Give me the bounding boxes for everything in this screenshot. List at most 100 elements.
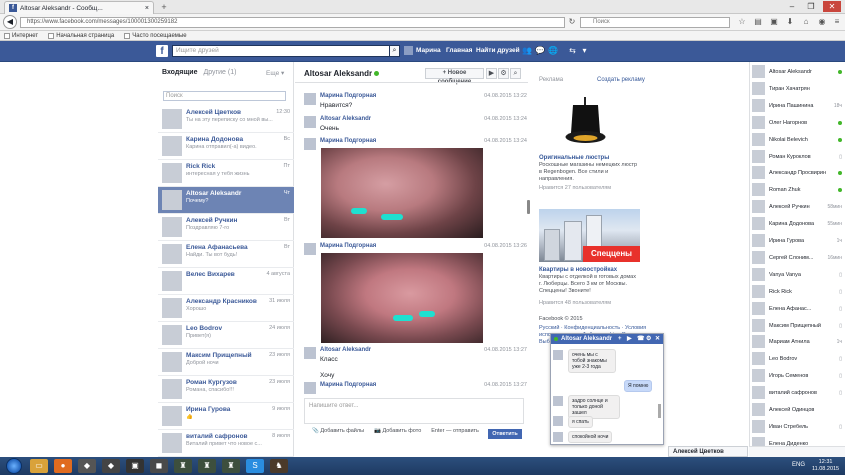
nav-profile[interactable]: Марина xyxy=(416,47,441,54)
phone-icon[interactable]: ☎ xyxy=(637,334,644,344)
sidebar-friend[interactable]: Елена Афанас... ▯ xyxy=(752,301,842,316)
tab-inbox[interactable]: Входящие xyxy=(162,69,198,76)
conversation-item[interactable]: Максим Прищепный 23 июля Доброй ночи xyxy=(158,349,294,376)
close-tab-icon[interactable]: × xyxy=(145,5,149,12)
create-ad-link[interactable]: Создать рекламу xyxy=(597,77,645,83)
sidebar-friend[interactable]: Nikolai Belevich xyxy=(752,132,842,147)
clock[interactable]: 12:31 11.08.2015 xyxy=(812,459,839,473)
sidebar-search[interactable] xyxy=(749,446,845,457)
conversation-item[interactable]: Leo Bodrov 24 июля Привет(я) xyxy=(158,322,294,349)
settings-gear-icon[interactable]: ⚙ xyxy=(498,68,509,79)
nav-find-friends[interactable]: Найти друзей xyxy=(476,47,520,54)
add-friend-icon[interactable]: + xyxy=(618,334,622,344)
sidebar-friend[interactable]: Карина Додонова 55мин xyxy=(752,216,842,231)
conversation-item[interactable]: Елена Афанасьева Вт Найди. Ты вот будь! xyxy=(158,241,294,268)
conversation-item[interactable]: Александр Красников 31 июля Хорошо xyxy=(158,295,294,322)
bookmark-internet[interactable]: Интернет xyxy=(4,31,38,40)
url-bar[interactable]: https://www.facebook.com/messages/100001… xyxy=(20,17,565,28)
conversation-item[interactable]: Rick Rick Пт интересная у тебя жизнь xyxy=(158,160,294,187)
bookmark-frequent[interactable]: Часто посещаемые xyxy=(124,31,187,40)
message-photo[interactable] xyxy=(321,148,483,238)
menu-icon[interactable]: ≡ xyxy=(831,16,843,28)
chat-scrollbar[interactable] xyxy=(658,404,661,418)
messages-icon[interactable]: 💬 xyxy=(535,46,545,55)
browser-search-input[interactable]: Поиск xyxy=(580,17,730,28)
sidebar-friend[interactable]: Leo Bodrov ▯ xyxy=(752,351,842,366)
reading-list-icon[interactable]: ▤ xyxy=(752,16,764,28)
addon-icon[interactable]: ◉ xyxy=(816,16,828,28)
scrollbar[interactable] xyxy=(527,200,530,214)
start-button-icon[interactable] xyxy=(6,458,22,474)
nav-home[interactable]: Главная xyxy=(446,47,472,54)
search-conversation-icon[interactable]: ⌕ xyxy=(510,68,521,79)
download-icon[interactable]: ⬇ xyxy=(784,16,796,28)
firefox-icon[interactable]: ● xyxy=(54,459,72,473)
conversation-search-input[interactable]: Поиск xyxy=(163,91,286,101)
conversation-item[interactable]: Роман Кургузов 23 июля Романа, спасибо!!! xyxy=(158,376,294,403)
lock-icon[interactable]: ▣ xyxy=(768,16,780,28)
sidebar-friend[interactable]: Мариам Атнила 1ч xyxy=(752,334,842,349)
app-icon[interactable]: ◆ xyxy=(78,459,96,473)
sidebar-friend[interactable]: Максим Прищепный ▯ xyxy=(752,318,842,333)
app-icon[interactable]: ◼ xyxy=(150,459,168,473)
game-icon[interactable]: ♜ xyxy=(222,459,240,473)
add-files-button[interactable]: 📎 Добавить файлы xyxy=(312,428,364,434)
conversation-item[interactable]: Altosar Aleksandr Чт Почему? xyxy=(158,187,294,214)
maximize-icon[interactable]: ❐ xyxy=(802,1,820,12)
sidebar-friend[interactable]: Сергей Слоним... 16мин xyxy=(752,250,842,265)
sidebar-friend[interactable]: Ирина Пашинина 18ч xyxy=(752,98,842,113)
profile-avatar[interactable] xyxy=(404,46,413,55)
account-menu-icon[interactable]: ▾ xyxy=(580,46,589,55)
app-icon[interactable]: ▣ xyxy=(126,459,144,473)
chat-tab[interactable]: Алексей Цветков xyxy=(668,446,748,457)
app-icon[interactable]: ◆ xyxy=(102,459,120,473)
minimize-icon[interactable]: – xyxy=(783,1,801,12)
language-indicator[interactable]: ENG xyxy=(792,462,805,468)
gear-icon[interactable]: ⚙ xyxy=(646,334,651,344)
sidebar-friend[interactable]: Тиран Хачатрян xyxy=(752,81,842,96)
send-reply-button[interactable]: Ответить xyxy=(488,429,522,439)
video-icon[interactable]: ▶ xyxy=(627,334,632,344)
friend-requests-icon[interactable]: 👥 xyxy=(522,46,532,55)
sidebar-friend[interactable]: виталий сафронов ▯ xyxy=(752,385,842,400)
enter-to-send-checkbox[interactable]: Enter — отправить xyxy=(431,428,479,434)
reload-icon[interactable]: ↻ xyxy=(566,16,578,28)
fb-search-input[interactable]: Ищите друзей xyxy=(172,45,399,57)
game-icon[interactable]: ♜ xyxy=(174,459,192,473)
sidebar-friend[interactable]: Игорь Семенов ▯ xyxy=(752,368,842,383)
chandelier-ad-image[interactable] xyxy=(563,97,608,147)
sidebar-friend[interactable]: Ирина Гурова 1ч xyxy=(752,233,842,248)
sidebar-friend[interactable]: Rick Rick ▯ xyxy=(752,284,842,299)
more-dropdown[interactable]: Еще ▾ xyxy=(266,69,284,77)
home-icon[interactable]: ⌂ xyxy=(800,16,812,28)
star-icon[interactable]: ☆ xyxy=(736,16,748,28)
game-icon[interactable]: ♞ xyxy=(270,459,288,473)
skype-icon[interactable]: S xyxy=(246,459,264,473)
sidebar-friend[interactable]: Алексей Ручкин 58мин xyxy=(752,199,842,214)
tab-other[interactable]: Другие (1) xyxy=(204,69,237,76)
ad2-title[interactable]: Квартиры в новостройках xyxy=(539,267,617,273)
new-tab-icon[interactable]: + xyxy=(158,2,170,12)
sidebar-friend[interactable]: Vanya Vanya ▯ xyxy=(752,267,842,282)
shortcuts-icon[interactable]: ⇆ xyxy=(568,46,577,55)
close-window-icon[interactable]: ✕ xyxy=(823,1,841,12)
conversation-item[interactable]: Алексей Ручкин Вт Поздравляю 7-го xyxy=(158,214,294,241)
sidebar-friend[interactable]: Altosar Aleksandr xyxy=(752,64,842,79)
explorer-icon[interactable]: ▭ xyxy=(30,459,48,473)
video-call-icon[interactable]: ▶ xyxy=(486,68,497,79)
conversation-item[interactable]: Карина Додонова Вс Карина отправил(-а) вид… xyxy=(158,133,294,160)
sidebar-friend[interactable]: Олег Нагорнов xyxy=(752,115,842,130)
notifications-icon[interactable]: 🌐 xyxy=(548,46,558,55)
conversation-item[interactable]: Алексей Цветков 12:30 Ты на эту переписку … xyxy=(158,106,294,133)
add-photo-button[interactable]: 📷 Добавить фото xyxy=(374,428,421,434)
conversation-item[interactable]: Велес Вихарев 4 августа xyxy=(158,268,294,295)
sidebar-friend[interactable]: Александр Просвирин xyxy=(752,165,842,180)
game-icon[interactable]: ♜ xyxy=(198,459,216,473)
conversation-item[interactable]: виталий сафронов 8 июля Виталий привет что… xyxy=(158,430,294,457)
reply-textarea[interactable]: Напишите ответ... xyxy=(304,398,524,424)
sidebar-friend[interactable]: Алексей Одинцов xyxy=(752,402,842,417)
search-icon[interactable]: ⌕ xyxy=(389,45,400,57)
new-message-button[interactable]: + Новое сообщение xyxy=(425,68,484,85)
sidebar-friend[interactable]: Роман Куроклов ▯ xyxy=(752,149,842,164)
chat-header[interactable]: Altosar Aleksandr + ▶ ☎ ⚙ ✕ xyxy=(551,334,663,344)
